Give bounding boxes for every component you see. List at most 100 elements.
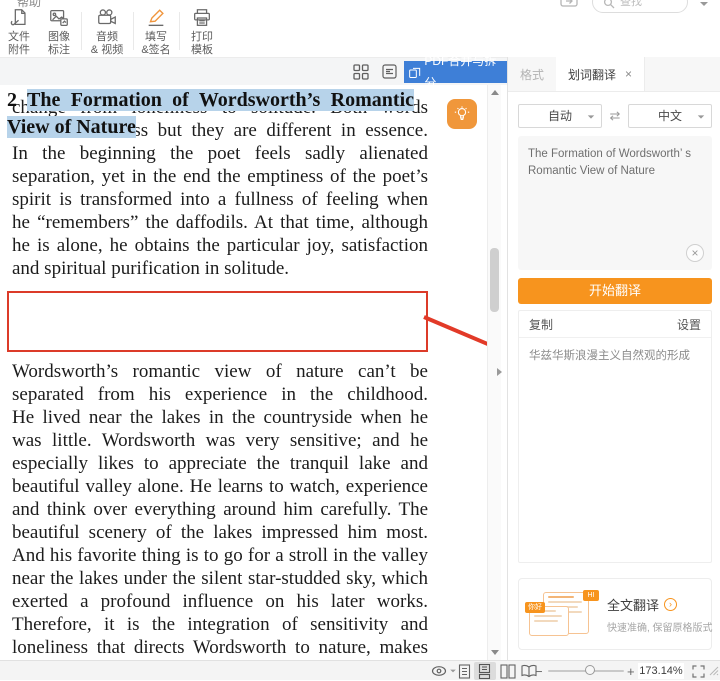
tab-close-icon[interactable]: ×: [625, 67, 632, 81]
toolbar-divider: [133, 12, 134, 50]
zoom-percentage[interactable]: 173.14%: [638, 663, 684, 679]
eye-icon: [431, 665, 447, 677]
document-text-line: Wordsworth’s romantic view of nature can…: [12, 360, 428, 383]
view-strip: PDF合并与拆分: [0, 57, 507, 85]
full-text-translate-title: 全文翻译: [607, 595, 659, 614]
document-text-line: loneliness that directs Wordsworth to na…: [12, 636, 428, 659]
source-text-box[interactable]: The Formation of Wordsworth’ s Romantic …: [518, 136, 712, 270]
single-page-view-button[interactable]: [458, 661, 471, 681]
search-input[interactable]: 查找: [592, 0, 688, 13]
document-text-line: exerted a profound influence on his late…: [12, 590, 428, 613]
full-text-translate-card[interactable]: HI 你好 全文翻译 › 快速准确, 保留原格版式: [518, 578, 712, 650]
start-translate-button[interactable]: 开始翻译: [518, 278, 712, 304]
tab-translate-label: 划词翻译: [568, 66, 616, 83]
target-language-value: 中文: [658, 109, 682, 123]
result-header: 复制 设置: [519, 311, 711, 338]
toolbar-divider: [179, 12, 180, 50]
video-camera-icon: [96, 7, 118, 29]
target-language-select[interactable]: 中文: [628, 104, 712, 128]
tab-format[interactable]: 格式: [508, 57, 556, 91]
document-text-line: Therefore, it is the integration of sens…: [12, 613, 428, 636]
badge-hi: HI: [583, 590, 599, 601]
attachment-icon: [8, 7, 30, 29]
fullscreen-icon: [692, 665, 705, 678]
pencil-sign-icon: [145, 7, 167, 29]
heading-line-1: 2 The Formation of Wordsworth’s Romantic: [7, 87, 414, 114]
document-text-line: separated from his experience in the chi…: [12, 383, 428, 406]
search-icon: [603, 0, 615, 9]
document-page[interactable]: change from loneliness to solitude. Both…: [0, 85, 487, 660]
document-text-line: especially likes to appreciate the tranq…: [12, 452, 428, 475]
printer-icon: [191, 7, 213, 29]
toolbar-label: 文件: [2, 31, 36, 44]
language-row: 自动 ⇄ 中文: [518, 104, 712, 128]
copy-button[interactable]: 复制: [529, 316, 553, 333]
toolbar-label: 音频: [86, 31, 128, 44]
selected-text: The Formation of Wordsworth’s Romantic: [27, 89, 414, 111]
go-arrow-icon[interactable]: ›: [664, 598, 677, 611]
share-screen-icon[interactable]: [560, 0, 578, 8]
image-annotate-icon: [48, 7, 70, 29]
zoom-out-button[interactable]: −: [535, 661, 543, 681]
continuous-view-button[interactable]: [478, 661, 491, 681]
translate-illustration: HI 你好: [529, 590, 599, 640]
badge-nihao: 你好: [525, 602, 545, 613]
panel-collapse-handle-icon[interactable]: [497, 368, 502, 376]
settings-button[interactable]: 设置: [677, 316, 701, 333]
translation-result-text: 华兹华斯浪漫主义自然观的形成: [519, 338, 711, 374]
document-text-line: beautiful scenery of the lakes impressed…: [12, 521, 428, 544]
source-language-value: 自动: [548, 109, 572, 123]
scrollbar-thumb[interactable]: [490, 248, 499, 312]
tab-format-label: 格式: [520, 66, 544, 83]
heading-line-2: View of Nature: [7, 114, 414, 141]
resize-grip-icon: [709, 666, 719, 676]
zoom-in-button[interactable]: +: [627, 661, 635, 681]
toolbar-label: 模板: [184, 44, 220, 57]
toolbar-label: 附件: [2, 44, 36, 57]
panel-tabbar: 格式 划词翻译 ×: [508, 57, 720, 92]
thumbnail-grid-icon[interactable]: [353, 64, 369, 80]
swap-languages-button[interactable]: ⇄: [610, 104, 621, 128]
toolbar-label: 填写: [138, 31, 174, 44]
continuous-page-icon: [478, 664, 491, 679]
tab-translate[interactable]: 划词翻译 ×: [556, 57, 645, 91]
translation-result-box: 复制 设置 华兹华斯浪漫主义自然观的形成: [518, 310, 712, 563]
image-annotate-button[interactable]: 图像 标注: [42, 7, 76, 57]
search-placeholder: 查找: [620, 0, 642, 9]
clear-source-button[interactable]: ×: [686, 244, 704, 262]
scroll-up-icon[interactable]: [491, 90, 499, 95]
two-page-icon: [500, 664, 516, 679]
merge-split-icon: [408, 65, 421, 80]
document-text-line: And his favorite thing is to go for a st…: [12, 544, 428, 567]
two-page-view-button[interactable]: [500, 661, 516, 681]
zoom-slider-thumb[interactable]: [585, 665, 595, 675]
audio-video-button[interactable]: 音频 & 视频: [86, 7, 128, 57]
read-mode-button[interactable]: [431, 661, 457, 681]
document-text-line: spirit is transformed into a fullness of…: [12, 188, 428, 211]
print-template-button[interactable]: 打印 模板: [184, 7, 220, 57]
chevron-down-icon: [698, 115, 704, 118]
page-navigation-icon[interactable]: [381, 63, 398, 80]
tips-lightbulb-button[interactable]: [447, 99, 477, 129]
fit-screen-button[interactable]: [692, 661, 705, 681]
toolbar-label: & 视频: [86, 44, 128, 57]
scroll-down-icon[interactable]: [491, 650, 499, 655]
document-text-line: He lived near the lakes in the countrysi…: [12, 406, 428, 429]
document-text-line: and think over everything around him car…: [12, 498, 428, 521]
search-options-caret-icon[interactable]: [700, 2, 708, 6]
red-annotation-box: [7, 291, 428, 352]
toolbar-label: 标注: [42, 44, 76, 57]
pdf-merge-split-button[interactable]: PDF合并与拆分: [404, 61, 507, 83]
toolbar-label: &签名: [138, 44, 174, 57]
document-text-line: and spiritual purification in solitude.: [12, 257, 428, 280]
source-language-select[interactable]: 自动: [518, 104, 602, 128]
full-text-translate-subtitle: 快速准确, 保留原格版式: [607, 619, 713, 634]
section-heading: 2 The Formation of Wordsworth’s Romantic…: [7, 87, 414, 141]
resize-grip[interactable]: [709, 661, 719, 681]
translate-panel: 格式 划词翻译 × 自动 ⇄ 中文 The Formation of Words…: [507, 57, 720, 660]
document-text-line: beautiful valley alone. He learns to wat…: [12, 475, 428, 498]
heading-number: 2: [7, 89, 17, 111]
fill-sign-button[interactable]: 填写 &签名: [138, 7, 174, 57]
file-attachment-button[interactable]: 文件 附件: [2, 7, 36, 57]
status-bar: − + 173.14%: [0, 660, 720, 680]
